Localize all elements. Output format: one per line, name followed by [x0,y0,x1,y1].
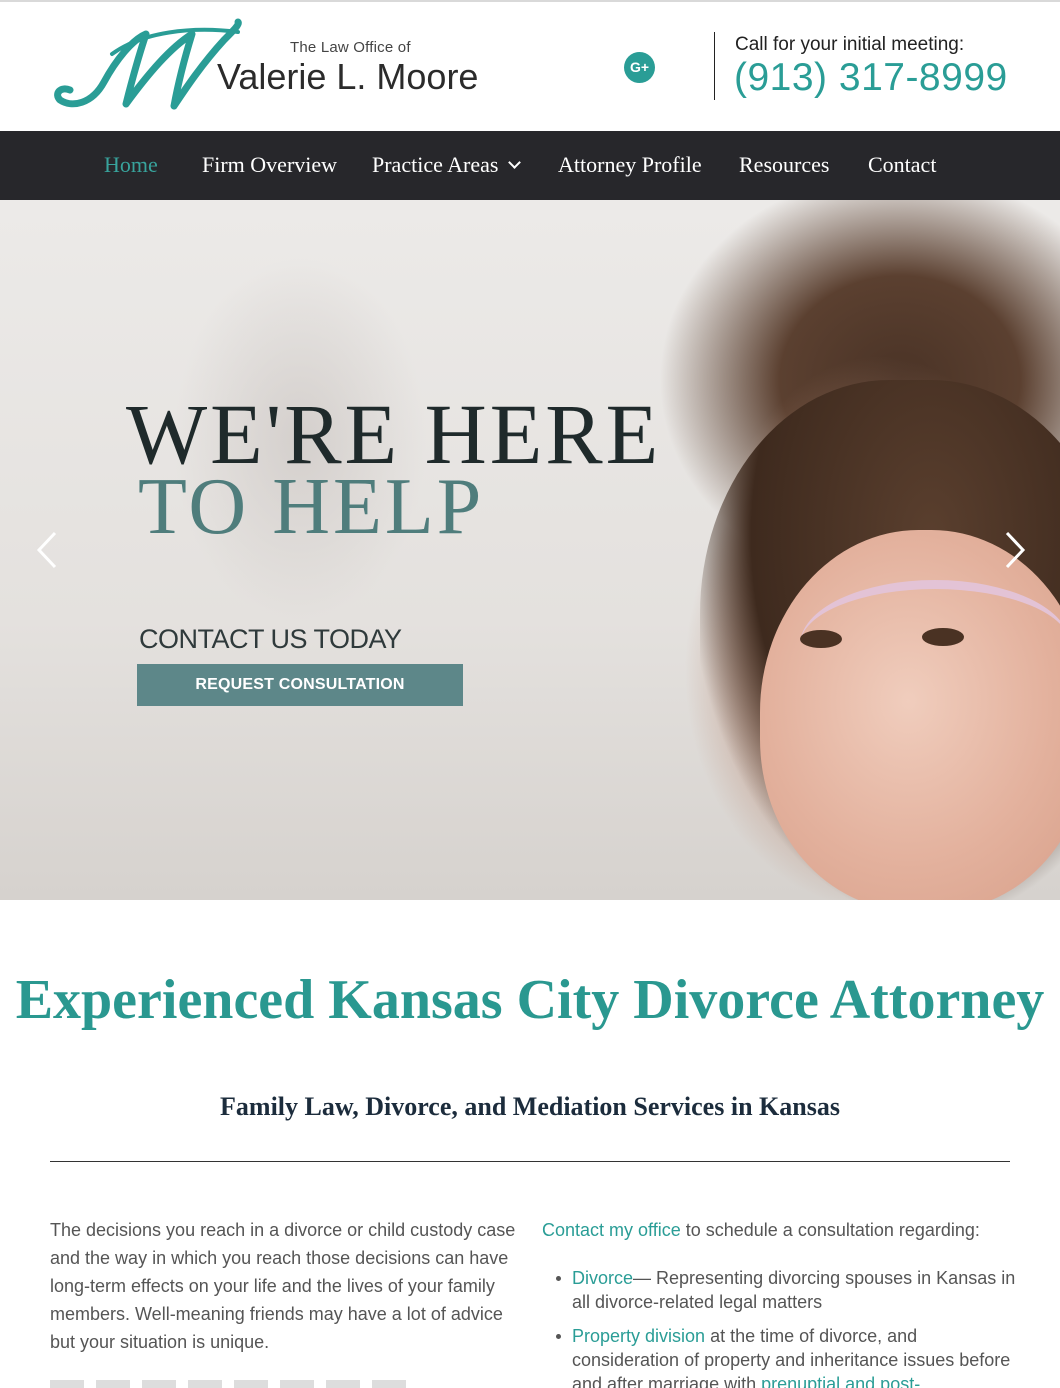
logo-name: Valerie L. Moore [217,56,479,97]
intro-paragraph: The decisions you reach in a divorce or … [50,1220,516,1352]
slider-next-arrow-icon[interactable] [1004,530,1026,570]
chevron-down-icon [508,156,522,169]
hero-photo-eye-left [800,630,842,648]
header-divider [714,32,715,100]
page-title: Experienced Kansas City Divorce Attorney [15,969,1045,1031]
page-subtitle: Family Law, Divorce, and Mediation Servi… [220,1092,840,1121]
phone-number-link[interactable]: (913) 317-8999 [734,56,1008,100]
nav-item-resources[interactable]: Resources [739,152,829,178]
section-divider [50,1161,1010,1162]
request-consultation-button[interactable]: REQUEST CONSULTATION [137,664,463,706]
site-logo[interactable]: The Law Office of Valerie L. Moore [52,18,502,118]
services-intro-text: to schedule a consultation regarding: [680,1220,980,1240]
divorce-link[interactable]: Divorce [572,1268,633,1288]
nav-item-firm-overview[interactable]: Firm Overview [202,152,337,178]
site-header: The Law Office of Valerie L. Moore G+ Ca… [0,2,1060,131]
list-item-divorce: Divorce— Representing divorcing spouses … [556,1266,1017,1314]
hero-title-line2: TO HELP [138,463,485,551]
next-paragraph-cutoff [50,1380,410,1388]
intro-column-right: Contact my office to schedule a consulta… [542,1216,1017,1388]
services-list: Divorce— Representing divorcing spouses … [542,1266,1017,1388]
main-nav: Home Firm Overview Practice Areas Attorn… [0,131,1060,200]
logo-tagline: The Law Office of [290,39,411,56]
divorce-description: — Representing divorcing spouses in Kans… [572,1268,1016,1312]
nav-item-home[interactable]: Home [104,152,158,178]
intro-column-left: The decisions you reach in a divorce or … [50,1216,520,1388]
nav-item-practice-areas[interactable]: Practice Areas [372,152,522,178]
hero-photo-headband [800,580,1060,710]
slider-prev-arrow-icon[interactable] [36,530,58,570]
property-division-link[interactable]: Property division [572,1326,705,1346]
google-plus-icon[interactable]: G+ [624,52,655,83]
contact-office-link[interactable]: Contact my office [542,1220,681,1240]
services-intro: Contact my office to schedule a consulta… [542,1216,1017,1244]
nav-item-practice-areas-label: Practice Areas [372,152,499,177]
hero-contact-text: CONTACT US TODAY [139,624,402,654]
nav-item-contact[interactable]: Contact [868,152,936,178]
nav-item-attorney-profile[interactable]: Attorney Profile [558,152,702,178]
hero-photo-eye-right [922,628,964,646]
call-label: Call for your initial meeting: [735,34,965,55]
list-item-property-division: Property division at the time of divorce… [556,1324,1017,1388]
hero-slider: WE'RE HERE TO HELP CONTACT US TODAY REQU… [0,200,1060,900]
prenuptial-link[interactable]: prenuptial and post- [761,1374,920,1388]
